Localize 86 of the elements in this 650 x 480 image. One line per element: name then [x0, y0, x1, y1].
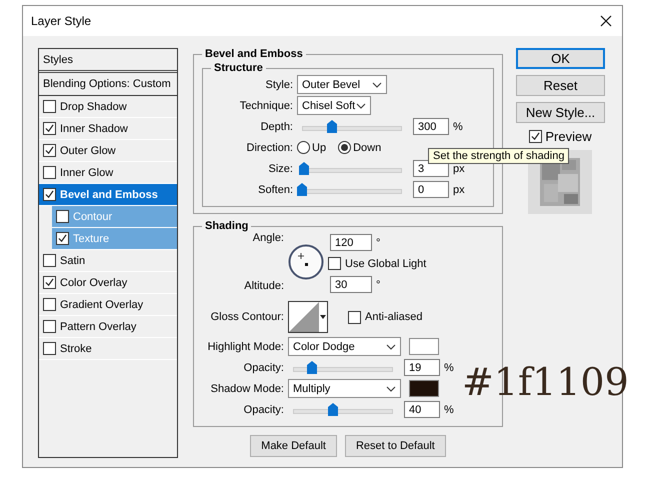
field-label: Opacity: — [242, 362, 284, 374]
action-button[interactable]: OK — [516, 48, 605, 69]
field-label: Shadow Mode: — [210, 382, 284, 394]
dropdown[interactable]: Multiply — [288, 379, 401, 398]
field-label: Style: — [264, 78, 293, 90]
slider-thumb[interactable] — [327, 120, 337, 132]
input-field[interactable]: 120 — [330, 234, 372, 251]
close-icon[interactable] — [600, 15, 612, 27]
action-button[interactable]: New Style... — [516, 102, 605, 123]
field-label: Size: — [268, 162, 293, 174]
style-list-item[interactable]: Pattern Overlay — [39, 316, 177, 338]
style-list-item[interactable]: Drop Shadow — [39, 96, 177, 118]
field-label: Opacity: — [242, 404, 284, 416]
slider-thumb[interactable] — [328, 402, 338, 416]
unit-label: px — [453, 162, 465, 174]
input-field[interactable]: 30 — [330, 276, 372, 293]
checkbox[interactable] — [529, 130, 542, 143]
checkbox[interactable] — [43, 320, 56, 333]
checkbox[interactable] — [43, 254, 56, 267]
checkbox[interactable] — [43, 144, 56, 157]
field-label: Soften: — [257, 184, 293, 196]
field-label: Angle: — [252, 232, 284, 244]
tooltip: Set the strength of shading — [428, 148, 570, 164]
panel-header[interactable]: Styles — [43, 54, 73, 66]
checkbox[interactable] — [348, 310, 361, 324]
caret-icon — [356, 102, 366, 108]
color-swatch[interactable] — [409, 380, 439, 397]
field-label: Highlight Mode: — [206, 340, 284, 352]
field-label: Altitude: — [243, 280, 284, 292]
unit-label: ° — [376, 278, 380, 290]
style-list-item[interactable]: Gradient Overlay — [39, 294, 177, 316]
checkbox-label: Use Global Light — [345, 258, 426, 270]
checkbox[interactable] — [43, 188, 56, 201]
slider-thumb[interactable] — [297, 182, 307, 196]
style-list-item[interactable]: Inner Shadow — [39, 118, 177, 140]
contour-picker[interactable] — [288, 301, 328, 333]
dropdown[interactable]: Outer Bevel — [297, 75, 387, 94]
style-list-item[interactable]: Outer Glow — [39, 140, 177, 162]
checkbox-label: Preview — [545, 129, 592, 144]
color-code-annotation: #1f1109 — [462, 360, 629, 404]
caret-icon — [372, 82, 382, 88]
input-field[interactable]: 0 — [413, 181, 449, 198]
input-field[interactable]: 300 — [413, 118, 449, 135]
footer-button[interactable]: Make Default — [250, 435, 337, 457]
field-label: Technique: — [238, 100, 293, 112]
group-title: Structure — [213, 62, 264, 74]
dropdown[interactable]: Chisel Soft — [297, 96, 371, 115]
checkbox[interactable] — [43, 166, 56, 179]
blending-options-item[interactable]: Blending Options: Custom — [43, 78, 171, 90]
style-list-item[interactable]: Bevel and Emboss — [39, 184, 177, 206]
footer-button[interactable]: Reset to Default — [344, 435, 446, 457]
checkbox[interactable] — [43, 342, 56, 355]
checkbox[interactable] — [56, 232, 69, 245]
field-label: Depth: — [260, 120, 293, 132]
unit-label: ° — [376, 236, 380, 248]
field-label: Direction: — [246, 142, 293, 154]
radio-option[interactable]: Up — [297, 141, 326, 154]
angle-dial[interactable] — [288, 244, 324, 280]
group-title: Shading — [204, 220, 250, 232]
color-swatch[interactable] — [409, 338, 439, 355]
style-list-item[interactable]: Color Overlay — [39, 272, 177, 294]
style-list-item[interactable]: Stroke — [39, 338, 177, 360]
slider-thumb[interactable] — [307, 360, 317, 374]
unit-label: px — [453, 184, 465, 196]
group-title: Bevel and Emboss — [204, 48, 304, 60]
field-label: Gloss Contour: — [210, 311, 284, 323]
action-button[interactable]: Reset — [516, 75, 605, 96]
radio-option[interactable]: Down — [338, 141, 382, 154]
unit-label: % — [444, 362, 454, 374]
checkbox[interactable] — [43, 276, 56, 289]
input-field[interactable]: 19 — [404, 359, 440, 376]
checkbox[interactable] — [43, 122, 56, 135]
unit-label: % — [444, 404, 454, 416]
checkbox[interactable] — [328, 257, 341, 270]
caret-icon — [386, 386, 396, 392]
style-list-item[interactable]: Satin — [39, 250, 177, 272]
checkbox[interactable] — [43, 100, 56, 113]
unit-label: % — [453, 120, 463, 132]
checkbox[interactable] — [43, 298, 56, 311]
input-field[interactable]: 40 — [404, 401, 440, 418]
slider-thumb[interactable] — [299, 162, 309, 174]
window-title: Layer Style — [31, 14, 92, 28]
dropdown[interactable]: Color Dodge — [288, 337, 401, 356]
caret-icon — [386, 344, 396, 350]
checkbox-label: Anti-aliased — [365, 311, 422, 323]
checkbox[interactable] — [56, 210, 69, 223]
